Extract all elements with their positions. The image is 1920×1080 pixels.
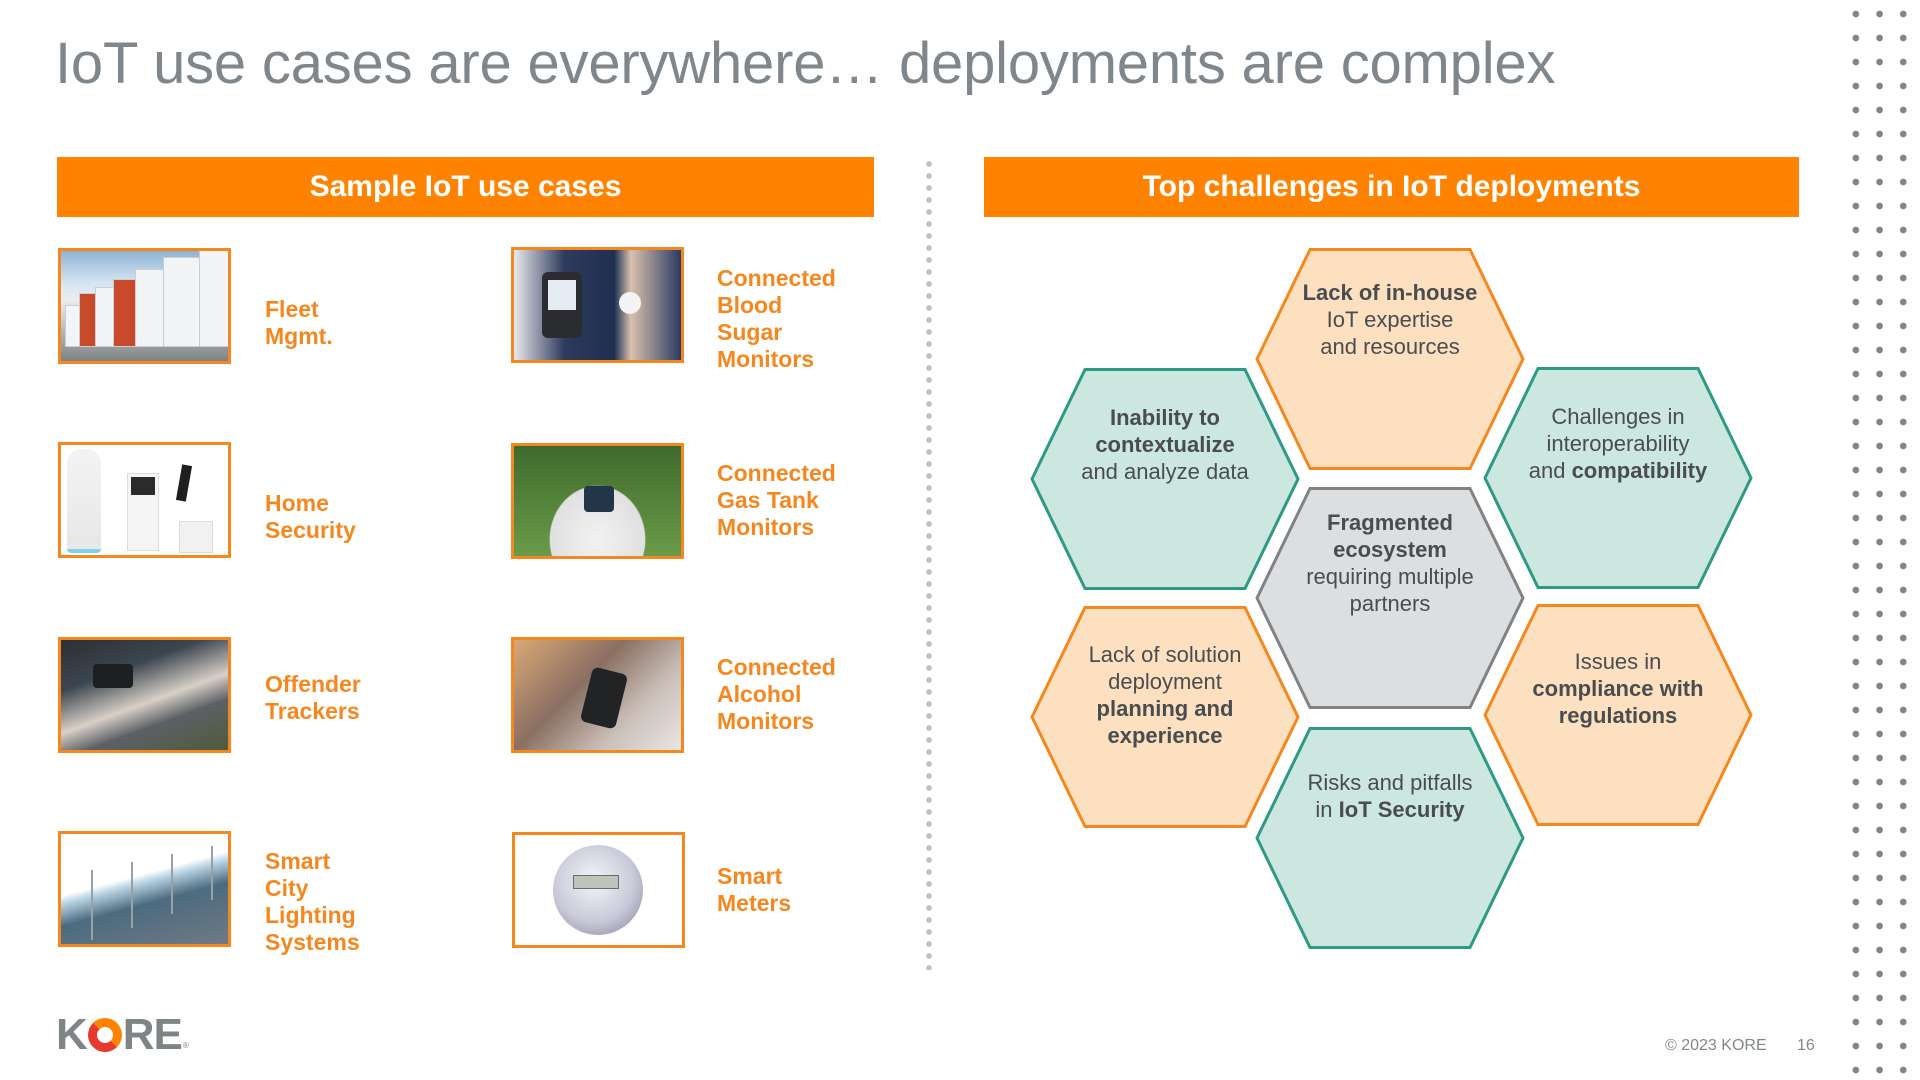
hex-label-solution-deployment: Lack of solution deployment planning and ex… [1088,642,1242,748]
hex-label-in-house-expertise: Lack of in-house IoT expertise and resourc… [1302,279,1478,359]
copyright: © 2023 KORE [1665,1037,1767,1054]
slide-title: IoT use cases are everywhere… deployment… [55,31,1556,96]
trucks-image [58,248,231,364]
hex-label-interoperability: Challenges in interoperability and compati… [1528,403,1708,483]
challenges-header-text: Top challenges in IoT deployments [1142,170,1641,203]
smart-city-image [58,831,231,947]
hex-label-compliance: Issues in compliance with regulations [1532,648,1704,728]
page-number: 16 [1797,1037,1815,1054]
use-case-label: Fleet Mgmt. [265,296,333,349]
use-case-label: Connected Blood Sugar Monitors [717,265,836,372]
use-case-label: Smart City Lighting Systems [265,848,360,955]
use-case-label: Home Security [265,490,356,543]
kore-logo-o-ring [87,1018,122,1052]
smart-meter-image [512,832,685,948]
gas-tank-image [511,443,684,559]
hex-label-iot-security: Risks and pitfalls in IoT Security [1307,770,1473,822]
alcohol-monitor-image [511,637,684,753]
challenges-header: Top challenges in IoT deployments [984,157,1799,217]
ankle-monitor-image [58,637,231,753]
use-cases-header-text: Sample IoT use cases [309,170,622,203]
hex-label-fragmented-ecosystem: Fragmented ecosystem requiring multiple par… [1306,510,1474,616]
decorative-dot-grid [1844,2,1916,1080]
use-case-label: Smart Meters [717,863,792,916]
use-case-label: Connected Gas Tank Monitors [717,460,836,540]
use-case-label: Connected Alcohol Monitors [717,654,836,734]
dotted-divider [926,158,932,970]
use-cases-header: Sample IoT use cases [57,157,874,217]
use-case-label: Offender Trackers [265,671,361,724]
kore-logo: K RE ® [56,1010,189,1059]
home-security-image [58,442,231,558]
hex-label-contextualize-data: Inability to contextualize and analyze dat… [1081,404,1249,484]
glucose-monitor-image [511,247,684,363]
hex-iot-security [1255,727,1525,949]
